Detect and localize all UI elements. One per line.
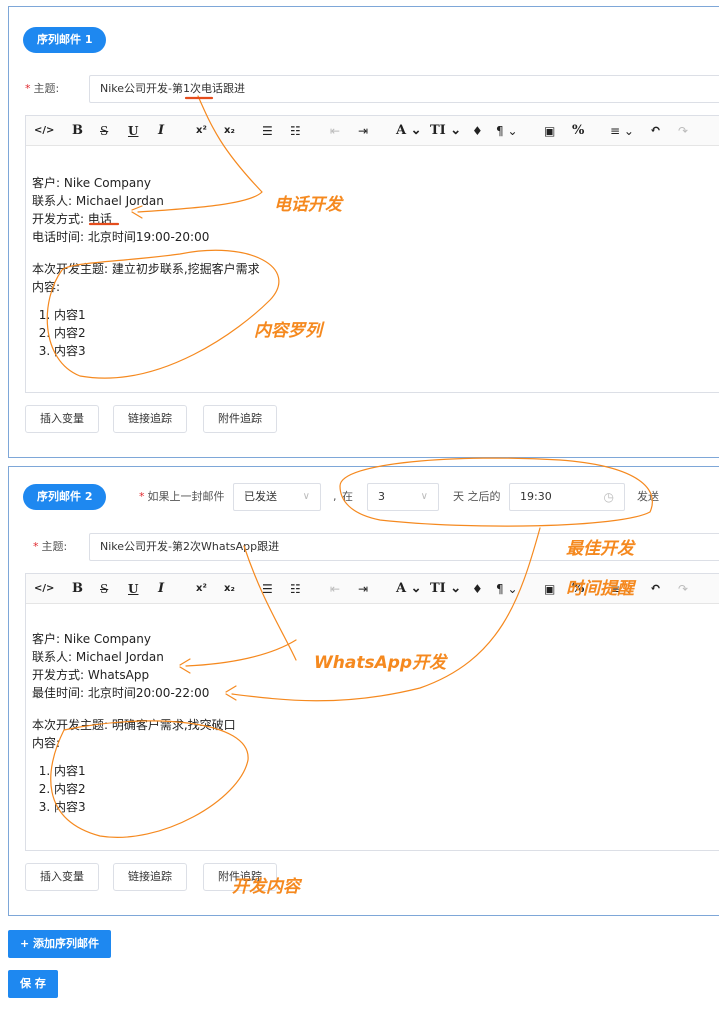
indent-icon[interactable]: ⇥ [358,581,368,597]
annotation-phone: 电话开发 [274,195,342,215]
outdent-icon[interactable]: ⇤ [330,581,340,597]
list-item: 内容2 [54,780,236,798]
content-list-1: 内容1 内容2 内容3 [32,306,260,360]
insert-variable-button[interactable]: 插入变量 [25,405,99,433]
line-contact: 联系人: Michael Jordan [32,650,164,664]
line-content-label: 内容: [32,280,61,294]
code-icon[interactable]: </> [34,581,54,597]
line-method: 开发方式: 电话 [32,212,112,226]
underline-button[interactable]: U [128,581,138,597]
time-picker[interactable]: 19:30 ◷ [509,483,625,511]
link-tracking-button[interactable]: 链接追踪 [113,863,187,891]
line-contact: 联系人: Michael Jordan [32,194,164,208]
list-item: 内容1 [54,306,260,324]
annotation-time-remind: 时间提醒 [566,579,634,599]
undo-icon[interactable]: ↶ [650,581,661,597]
clock-icon: ◷ [603,490,614,504]
attachment-tracking-button[interactable]: 附件追踪 [203,405,277,433]
condition-label: * 如果上一封邮件 [139,490,225,503]
bullet-list-icon[interactable]: ☰ [262,581,273,597]
image-icon[interactable]: ▣ [544,123,555,139]
link-tracking-button[interactable]: 链接追踪 [113,405,187,433]
strike-button[interactable]: S [100,581,108,597]
subject-label: * 主题: [25,82,60,95]
annotation-dev-content: 开发内容 [232,877,300,897]
image-icon[interactable]: ▣ [544,581,555,597]
superscript-button[interactable]: x² [196,123,207,139]
paragraph-button[interactable]: ¶ ⌄ [496,581,518,597]
background-color-icon[interactable]: ♦ [472,123,483,139]
rich-editor-2[interactable]: </> B S U I x² x₂ ☰ ☷ ⇤ ⇥ A ⌄ TI ⌄ ♦ ¶ ⌄… [25,573,719,851]
list-item: 内容3 [54,342,260,360]
undo-icon[interactable]: ↶ [650,123,661,139]
line-method: 开发方式: WhatsApp [32,668,150,682]
bullet-list-icon[interactable]: ☰ [262,123,273,139]
italic-button[interactable]: I [158,123,164,139]
subscript-button[interactable]: x₂ [224,123,235,139]
number-list-icon[interactable]: ☷ [290,123,301,139]
strike-button[interactable]: S [100,123,108,139]
bold-button[interactable]: B [72,123,83,139]
annotation-best-dev: 最佳开发 [566,539,634,559]
chevron-down-icon: ∨ [420,491,428,502]
list-item: 内容3 [54,798,236,816]
line-customer: 客户: Nike Company [32,176,151,190]
sequence-card-1: 序列邮件 1 * 主题: Nike公司开发-第1次电话跟进 </> B S U I… [8,6,719,458]
line-content-label: 内容: [32,736,61,750]
days-select[interactable]: 3 ∨ [367,483,439,511]
font-color-button[interactable]: A ⌄ [396,581,422,597]
subject-label: * 主题: [33,540,68,553]
add-sequence-button[interactable]: + 添加序列邮件 [8,930,112,958]
line-customer: 客户: Nike Company [32,632,151,646]
comma-label: , [333,490,337,503]
editor-content-2[interactable]: 客户: Nike Company 联系人: Michael Jordan 开发方… [32,630,236,816]
italic-button[interactable]: I [158,581,164,597]
paragraph-button[interactable]: ¶ ⌄ [496,123,518,139]
content-list-2: 内容1 内容2 内容3 [32,762,236,816]
in-label: 在 [342,490,353,503]
redo-icon[interactable]: ↷ [678,123,688,139]
subscript-button[interactable]: x₂ [224,581,235,597]
bold-button[interactable]: B [72,581,83,597]
line-time: 最佳时间: 北京时间20:00-22:00 [32,686,210,700]
outdent-icon[interactable]: ⇤ [330,123,340,139]
link-icon[interactable]: % [572,123,584,139]
save-button[interactable]: 保 存 [8,970,58,998]
editor-content-1[interactable]: 客户: Nike Company 联系人: Michael Jordan 开发方… [32,174,260,360]
list-item: 内容2 [54,324,260,342]
days-after-label: 天 之后的 [453,490,501,503]
line-topic: 本次开发主题: 明确客户需求,找突破口 [32,718,236,732]
number-list-icon[interactable]: ☷ [290,581,301,597]
editor-toolbar: </> B S U I x² x₂ ☰ ☷ ⇤ ⇥ A ⌄ TI ⌄ ♦ ¶ ⌄… [26,116,719,146]
sequence-pill-2[interactable]: 序列邮件 2 [23,484,107,510]
line-time: 电话时间: 北京时间19:00-20:00 [32,230,210,244]
rich-editor-1[interactable]: </> B S U I x² x₂ ☰ ☷ ⇤ ⇥ A ⌄ TI ⌄ ♦ ¶ ⌄… [25,115,719,393]
underline-button[interactable]: U [128,123,138,139]
status-select[interactable]: 已发送 ∨ [233,483,321,511]
superscript-button[interactable]: x² [196,581,207,597]
send-label: 发送 [637,490,659,503]
indent-icon[interactable]: ⇥ [358,123,368,139]
chevron-down-icon: ∨ [302,491,310,502]
line-topic: 本次开发主题: 建立初步联系,挖掘客户需求 [32,262,260,276]
annotation-content-list: 内容罗列 [254,321,322,341]
align-button[interactable]: ≡ ⌄ [610,123,634,139]
sequence-pill-1[interactable]: 序列邮件 1 [23,27,107,53]
font-color-button[interactable]: A ⌄ [396,123,422,139]
font-size-button[interactable]: TI ⌄ [430,123,461,139]
annotation-whatsapp: WhatsApp开发 [314,653,447,673]
font-size-button[interactable]: TI ⌄ [430,581,461,597]
redo-icon[interactable]: ↷ [678,581,688,597]
code-icon[interactable]: </> [34,123,54,139]
list-item: 内容1 [54,762,236,780]
subject-input-1[interactable]: Nike公司开发-第1次电话跟进 [89,75,719,103]
background-color-icon[interactable]: ♦ [472,581,483,597]
insert-variable-button[interactable]: 插入变量 [25,863,99,891]
